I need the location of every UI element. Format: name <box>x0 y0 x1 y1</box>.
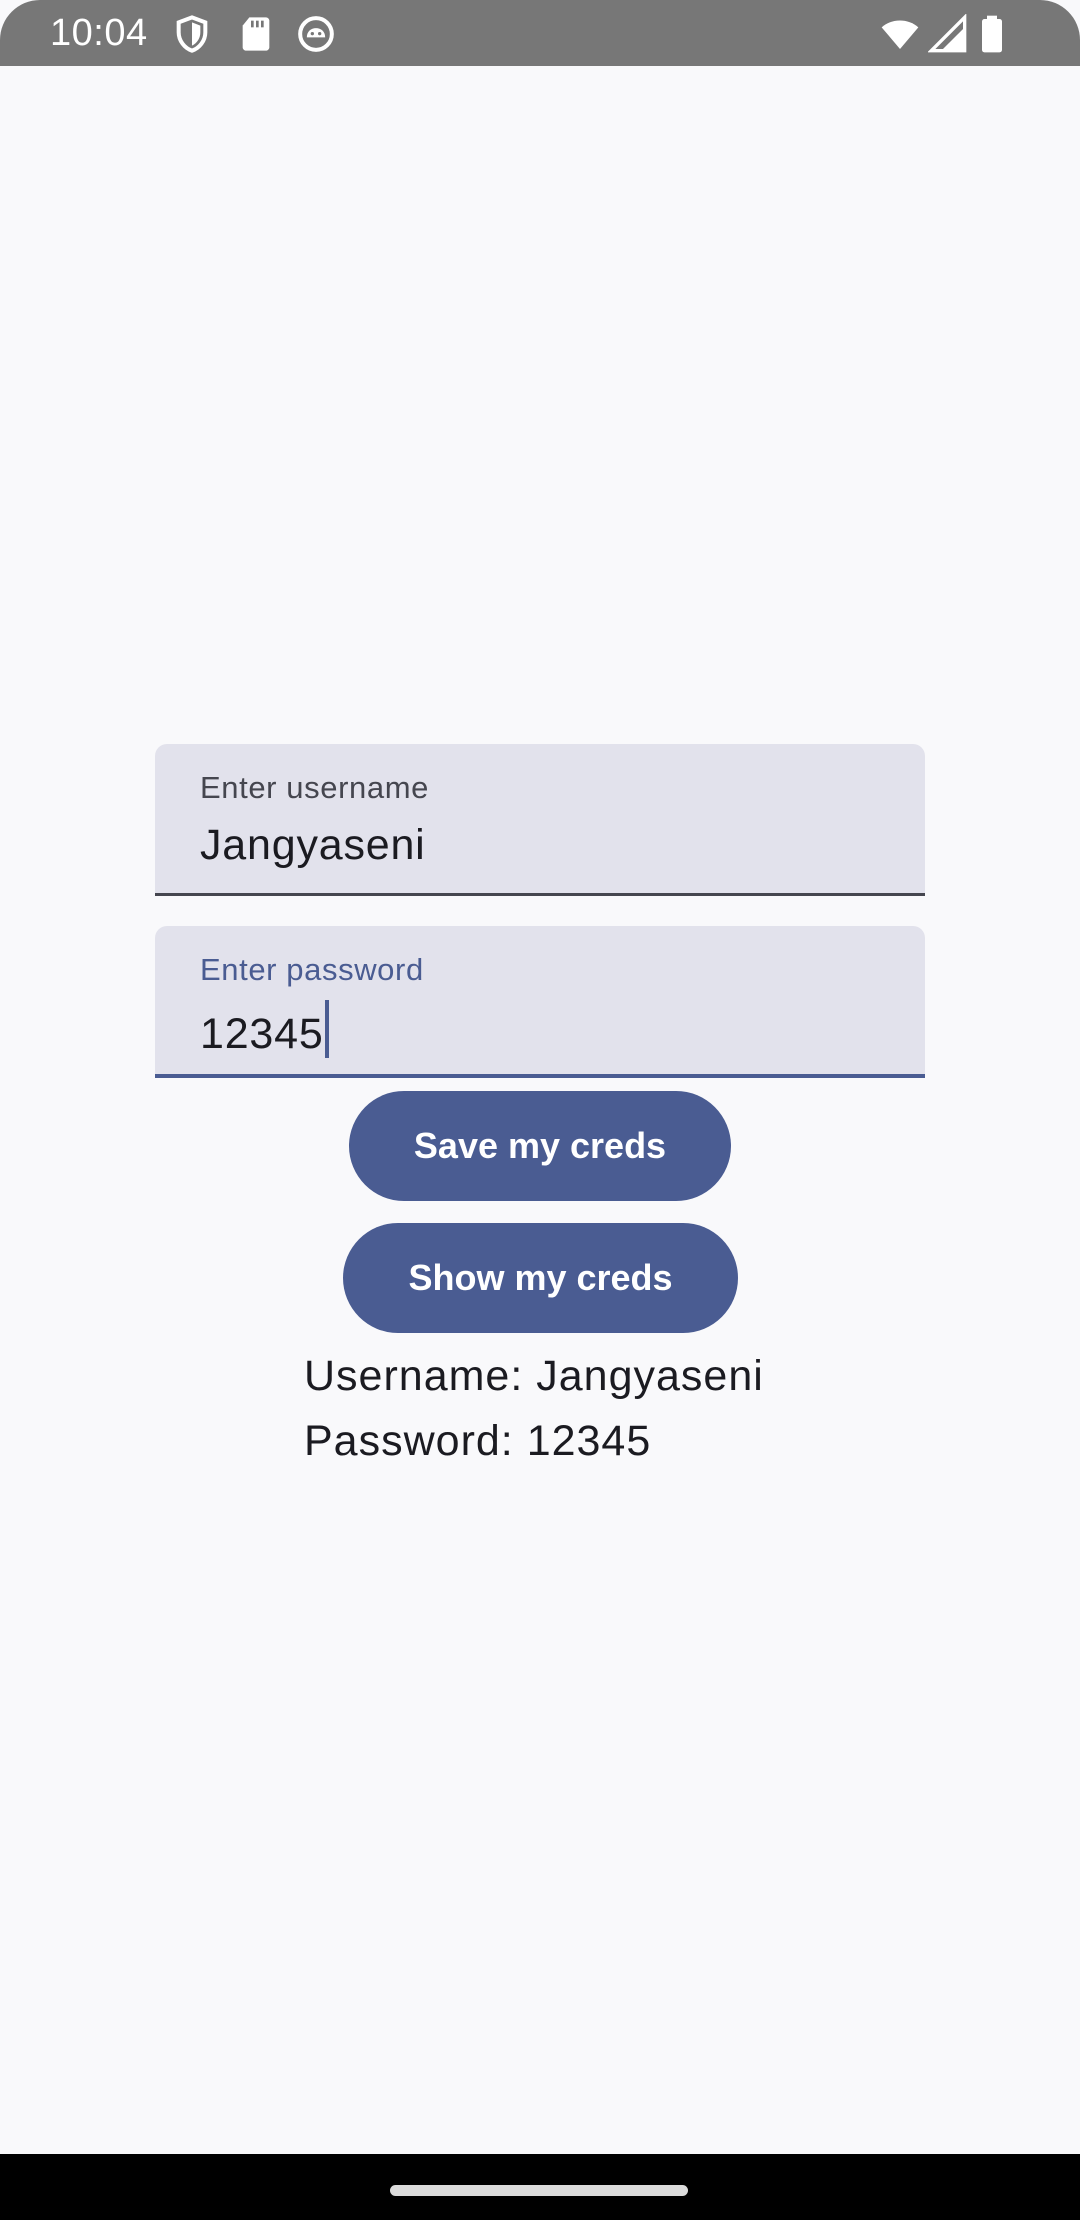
status-bar: 10:04 <box>0 0 1080 66</box>
navigation-bar <box>0 2154 1080 2220</box>
battery-icon <box>972 14 1012 54</box>
username-label: Enter username <box>200 770 429 805</box>
password-output: Password: 12345 <box>304 1417 652 1465</box>
username-field[interactable]: Enter username Jangyaseni <box>155 744 925 896</box>
save-creds-button[interactable]: Save my creds <box>349 1091 731 1201</box>
shield-icon <box>172 14 212 54</box>
wifi-icon <box>880 14 920 54</box>
password-label: Enter password <box>200 952 424 987</box>
cell-signal-icon <box>928 14 968 54</box>
home-gesture-handle[interactable] <box>390 2185 688 2196</box>
username-input[interactable]: Jangyaseni <box>200 818 426 872</box>
username-output: Username: Jangyaseni <box>304 1352 764 1400</box>
password-value: 12345 <box>200 1010 324 1058</box>
sd-card-icon <box>236 14 276 54</box>
show-creds-button[interactable]: Show my creds <box>343 1223 738 1333</box>
status-time: 10:04 <box>50 12 148 54</box>
text-cursor <box>324 1000 329 1058</box>
password-field[interactable]: Enter password 12345 <box>155 926 925 1078</box>
android-debug-icon <box>296 14 336 54</box>
password-input[interactable]: 12345 <box>200 1000 329 1061</box>
